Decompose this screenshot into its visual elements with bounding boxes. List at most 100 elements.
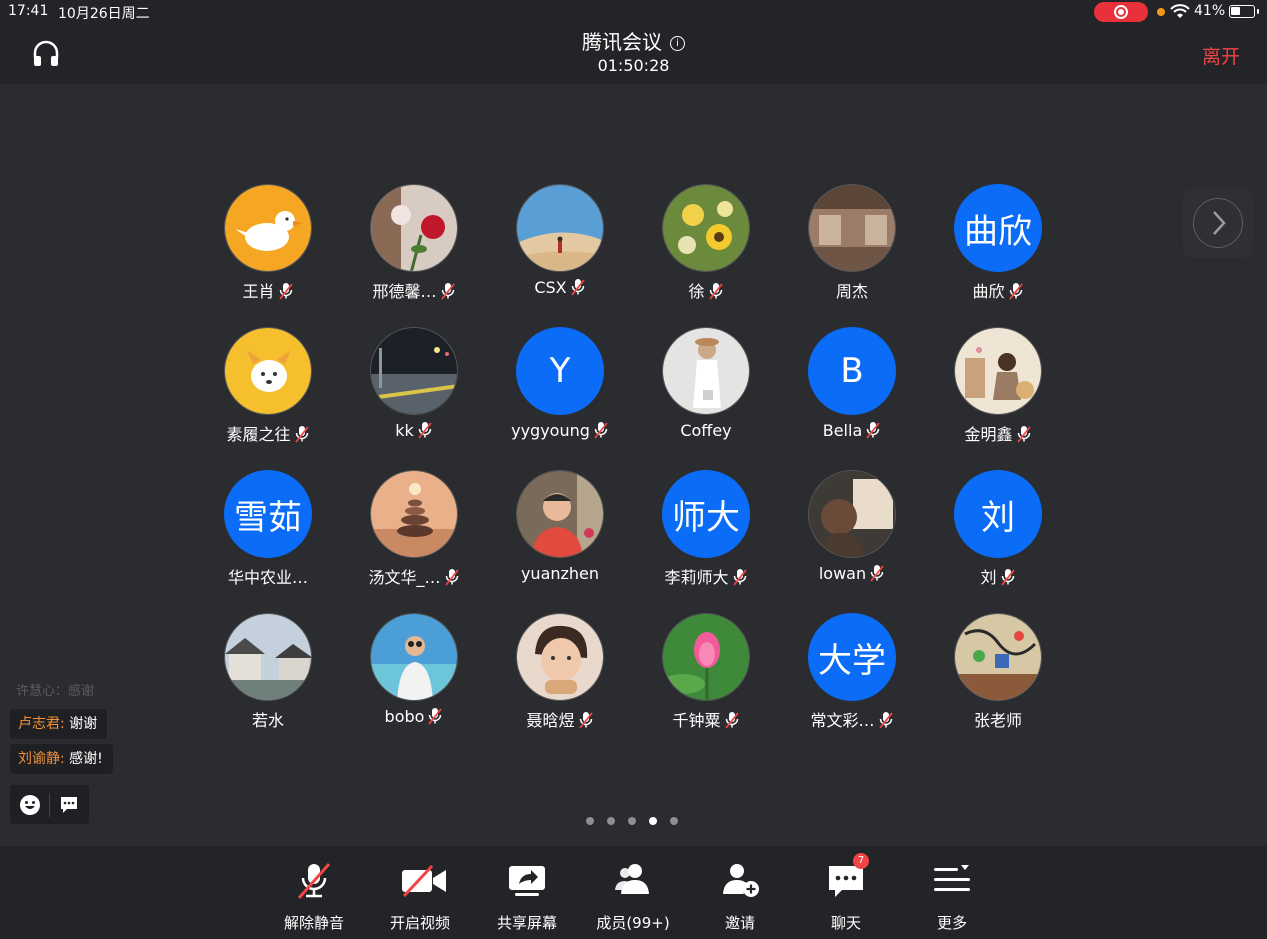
page-dot[interactable] [649, 817, 657, 825]
avatar: 师大 [662, 470, 750, 558]
participant-name: 汤文华_… [368, 568, 441, 587]
start-video-label: 开启视频 [389, 914, 450, 932]
avatar [224, 327, 312, 415]
avatar-initials: 曲欣 [964, 211, 1032, 252]
mic-muted-icon [444, 569, 459, 586]
participant-name: lowan [818, 564, 867, 583]
battery-icon [1229, 5, 1259, 18]
avatar [224, 613, 312, 701]
participant-name: 常文彩… [810, 711, 875, 730]
leave-button[interactable]: 离开 [1202, 42, 1240, 69]
participant-name: Bella [822, 421, 863, 440]
participant-name: 华中农业… [227, 568, 308, 587]
participant-grid: 王肖 邢德馨… CSX 徐周杰 曲欣 曲欣 素履之往 kk Yyygyoung Coffey B Be… [222, 184, 1052, 744]
participant-name-row: 曲欣 [922, 278, 1074, 302]
meeting-toolbar: 解除静音 开启视频 共享屏幕 成员(99+) 邀请 7 聊天 更多 [0, 846, 1267, 939]
members-button[interactable]: 成员(99+) [580, 846, 686, 939]
chat-sender: 卢志君: [18, 716, 65, 732]
info-icon[interactable]: i [670, 36, 685, 51]
page-dot[interactable] [670, 817, 678, 825]
participant-name: 曲欣 [972, 282, 1005, 301]
participant-tile[interactable]: 刘刘 [952, 470, 1098, 600]
participant-name: yygyoung [511, 421, 590, 440]
start-video-button[interactable]: 开启视频 [367, 846, 473, 939]
participant-name-row: 邢德馨… [338, 278, 490, 302]
mic-muted-icon [594, 422, 608, 439]
mic-muted-icon [732, 569, 747, 586]
screen-record-indicator [1094, 2, 1148, 22]
participant-name: yuanzhen [520, 564, 600, 583]
participant-name-row: 金明鑫 [922, 421, 1074, 445]
participant-tile[interactable]: 张老师 [952, 613, 1098, 743]
avatar [808, 184, 896, 272]
chat-unread-badge: 7 [853, 853, 869, 869]
participant-name-row: kk [338, 421, 490, 440]
share-screen-label: 共享屏幕 [496, 914, 557, 932]
more-button[interactable]: 更多 [899, 846, 1005, 939]
chat-message: 卢志君: 谢谢 [10, 709, 108, 739]
page-dot[interactable] [586, 817, 594, 825]
meeting-title[interactable]: 腾讯会议 i [0, 26, 1267, 55]
invite-button[interactable]: 邀请 [687, 846, 793, 939]
status-bar: 17:41 10月26日周二 41% [0, 0, 1267, 24]
meeting-timer: 01:50:28 [597, 56, 670, 75]
chat-quick-tools [10, 785, 89, 824]
participant-name: CSX [534, 278, 567, 297]
unmute-button[interactable]: 解除静音 [261, 846, 367, 939]
page-dot[interactable] [628, 817, 636, 825]
avatar [370, 613, 458, 701]
mic-muted-icon [1008, 283, 1023, 300]
avatar [224, 184, 312, 272]
participant-name-row: yygyoung [484, 421, 636, 440]
participant-name-row: Bella [776, 421, 928, 440]
battery-percent: 41% [1194, 3, 1226, 19]
participant-name: 聂晗煜 [526, 711, 575, 730]
avatar [370, 327, 458, 415]
mic-muted-icon [870, 565, 884, 582]
participant-tile[interactable]: 曲欣 曲欣 [952, 184, 1098, 314]
avatar: 曲欣 [954, 184, 1042, 272]
participant-name-row: 周杰 [776, 278, 928, 302]
participant-name-row: 常文彩… [776, 707, 928, 731]
mic-muted-icon [297, 863, 331, 899]
page-indicator[interactable] [586, 810, 691, 829]
participant-name-row: 素履之往 [192, 421, 344, 445]
avatar: B [808, 327, 896, 415]
participant-name-row: Coffey [630, 421, 782, 440]
avatar-initials: 师大 [672, 497, 740, 538]
participant-name-row: 聂晗煜 [484, 707, 636, 731]
participant-name-row: 汤文华_… [338, 564, 490, 588]
mic-muted-icon [708, 283, 723, 300]
participant-name-row: 刘 [922, 564, 1074, 588]
avatar [662, 613, 750, 701]
share-screen-button[interactable]: 共享屏幕 [474, 846, 580, 939]
mic-muted-icon [578, 712, 593, 729]
participant-name: 素履之往 [226, 425, 291, 444]
participant-tile[interactable]: 金明鑫 [952, 327, 1098, 457]
invite-label: 邀请 [724, 914, 755, 932]
page-dot[interactable] [607, 817, 615, 825]
participant-name: 千钟粟 [672, 711, 721, 730]
chat-bubble-icon[interactable] [59, 795, 79, 815]
participant-name-row: bobo [338, 707, 490, 726]
avatar-initials: 雪茹 [234, 497, 302, 538]
more-label: 更多 [936, 914, 967, 932]
chat-button[interactable]: 7 聊天 [793, 846, 899, 939]
avatar [662, 327, 750, 415]
unmute-label: 解除静音 [283, 914, 344, 932]
mic-muted-icon [1016, 426, 1031, 443]
invite-user-icon [723, 864, 759, 897]
avatar [370, 184, 458, 272]
chat-sender: 刘谕静: [18, 751, 65, 767]
participant-name: 金明鑫 [964, 425, 1013, 444]
avatar [954, 613, 1042, 701]
next-page-button[interactable] [1183, 188, 1253, 258]
avatar-initials: 大学 [818, 640, 886, 681]
participant-name-row: 徐 [630, 278, 782, 302]
participant-name: Coffey [680, 421, 732, 440]
members-label: 成员(99+) [596, 914, 670, 932]
chat-text: 谢谢 [69, 716, 98, 732]
participant-name-row: 若水 [192, 707, 344, 731]
emoji-icon[interactable] [19, 794, 41, 816]
participant-name: 张老师 [973, 711, 1022, 730]
